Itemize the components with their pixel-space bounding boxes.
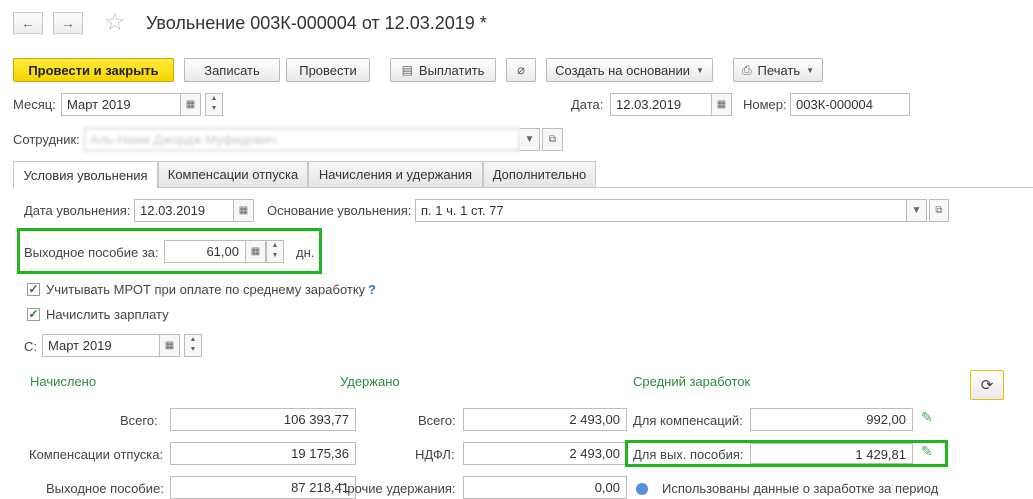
severance-stepper[interactable]: ▲ ▼ bbox=[266, 240, 284, 263]
create-based-on-button[interactable]: Создать на основании ▼ bbox=[546, 58, 713, 82]
save-button[interactable]: Записать bbox=[184, 58, 280, 82]
month-field[interactable]: Март 2019 bbox=[61, 93, 181, 116]
vacation-compensation-label: Компенсации отпуска: bbox=[29, 447, 164, 462]
date-label: Дата: bbox=[571, 97, 604, 112]
back-button[interactable]: ← bbox=[13, 12, 43, 34]
severance-days-label: Выходное пособие за: bbox=[24, 245, 159, 260]
refresh-icon: ⟳ bbox=[980, 377, 994, 394]
chevron-down-icon[interactable]: ▼ bbox=[907, 199, 927, 222]
withheld-total-label: Всего: bbox=[418, 413, 456, 428]
accrue-salary-checkbox[interactable]: ✓ bbox=[27, 308, 40, 321]
refresh-button[interactable]: ⟳ bbox=[970, 370, 1004, 400]
dismissal-reason-label: Основание увольнения: bbox=[267, 203, 412, 218]
pay-button[interactable]: ▤ Выплатить bbox=[390, 58, 496, 82]
dropdown-arrow-icon: ▼ bbox=[806, 65, 815, 75]
from-month-stepper[interactable]: ▲ ▼ bbox=[184, 334, 202, 357]
back-arrow-icon: ← bbox=[21, 15, 35, 31]
calendar-icon[interactable]: ▦ bbox=[181, 93, 201, 116]
tab-dismissal-conditions[interactable]: Условия увольнения bbox=[13, 161, 158, 188]
mrot-label: Учитывать МРОТ при оплате по среднему за… bbox=[46, 282, 366, 297]
create-based-on-label: Создать на основании bbox=[555, 62, 690, 78]
print-button[interactable]: ⎙ Печать ▼ bbox=[733, 58, 823, 82]
print-button-label: Печать bbox=[757, 62, 801, 78]
accrue-salary-label: Начислить зарплату bbox=[46, 307, 169, 322]
average-earnings-heading: Средний заработок bbox=[633, 374, 751, 389]
severance-pay-field: 87 218,41 bbox=[170, 476, 356, 499]
printer-icon: ⎙ bbox=[741, 62, 752, 77]
page-title: Увольнение 003К-000004 от 12.03.2019 * bbox=[146, 13, 487, 33]
favorite-star-icon[interactable]: ☆ bbox=[104, 11, 126, 35]
info-icon bbox=[636, 483, 648, 495]
from-label: С: bbox=[24, 339, 37, 354]
avg-severance-label: Для вых. пособия: bbox=[633, 447, 744, 462]
help-icon[interactable]: ? bbox=[368, 282, 376, 297]
tab-vacation-compensation[interactable]: Компенсации отпуска bbox=[158, 161, 308, 187]
open-item-icon[interactable]: ⧉ bbox=[542, 128, 563, 151]
employee-field[interactable]: Аль-Нами Джордж Муфидович bbox=[84, 128, 520, 151]
forward-button[interactable]: → bbox=[53, 12, 83, 34]
mrot-checkbox[interactable]: ✓ bbox=[27, 283, 40, 296]
dropdown-arrow-icon: ▼ bbox=[695, 65, 704, 75]
severance-pay-label: Выходное пособие: bbox=[46, 481, 164, 496]
paperclip-icon: ⌀ bbox=[517, 62, 525, 77]
post-and-close-button[interactable]: Провести и закрыть bbox=[13, 58, 174, 82]
post-button[interactable]: Провести bbox=[286, 58, 370, 82]
dismissal-date-label: Дата увольнения: bbox=[24, 203, 131, 218]
other-deductions-label: Прочие удержания: bbox=[338, 481, 456, 496]
forward-arrow-icon: → bbox=[61, 15, 75, 31]
edit-pencil-icon[interactable]: ✎ bbox=[921, 443, 933, 460]
pay-button-label: Выплатить bbox=[418, 62, 485, 78]
vacation-compensation-field: 19 175,36 bbox=[170, 442, 356, 465]
other-deductions-field: 0,00 bbox=[463, 476, 627, 499]
number-field[interactable]: 003К-000004 bbox=[790, 93, 910, 116]
accrued-heading: Начислено bbox=[30, 374, 97, 389]
date-field[interactable]: 12.03.2019 bbox=[610, 93, 712, 116]
tab-accruals-deductions[interactable]: Начисления и удержания bbox=[308, 161, 483, 187]
edit-pencil-icon[interactable]: ✎ bbox=[921, 409, 933, 426]
from-month-field[interactable]: Март 2019 bbox=[42, 334, 160, 357]
document-icon: ▤ bbox=[401, 63, 413, 77]
severance-unit: дн. bbox=[296, 245, 315, 260]
calendar-icon[interactable]: ▦ bbox=[234, 199, 254, 222]
chevron-down-icon[interactable]: ▼ bbox=[520, 128, 540, 151]
withheld-total-field: 2 493,00 bbox=[463, 408, 627, 431]
number-label: Номер: bbox=[743, 97, 787, 112]
month-label: Месяц: bbox=[13, 97, 56, 112]
dismissal-date-field[interactable]: 12.03.2019 bbox=[134, 199, 234, 222]
month-stepper[interactable]: ▲ ▼ bbox=[205, 93, 223, 116]
accrued-total-field: 106 393,77 bbox=[170, 408, 356, 431]
attach-button[interactable]: ⌀ bbox=[506, 58, 536, 82]
avg-compensation-field: 992,00 bbox=[750, 408, 913, 431]
avg-severance-field: 1 429,81 bbox=[750, 443, 913, 464]
employee-label: Сотрудник: bbox=[13, 132, 80, 147]
calendar-icon[interactable]: ▦ bbox=[160, 334, 180, 357]
calendar-icon[interactable]: ▦ bbox=[712, 93, 732, 116]
avg-compensation-label: Для компенсаций: bbox=[633, 413, 743, 428]
open-item-icon[interactable]: ⧉ bbox=[929, 199, 949, 222]
withheld-heading: Удержано bbox=[340, 374, 400, 389]
calculator-icon[interactable]: ▦ bbox=[246, 240, 266, 263]
dismissal-reason-field[interactable]: п. 1 ч. 1 ст. 77 bbox=[415, 199, 907, 222]
ndfl-field: 2 493,00 bbox=[463, 442, 627, 465]
accrued-total-label: Всего: bbox=[120, 413, 158, 428]
ndfl-label: НДФЛ: bbox=[415, 447, 455, 462]
average-info-text: Использованы данные о заработке за перио… bbox=[662, 481, 939, 496]
tab-additional[interactable]: Дополнительно bbox=[483, 161, 596, 187]
severance-days-field[interactable]: 61,00 bbox=[164, 240, 246, 263]
tab-bar-divider bbox=[13, 187, 1033, 188]
